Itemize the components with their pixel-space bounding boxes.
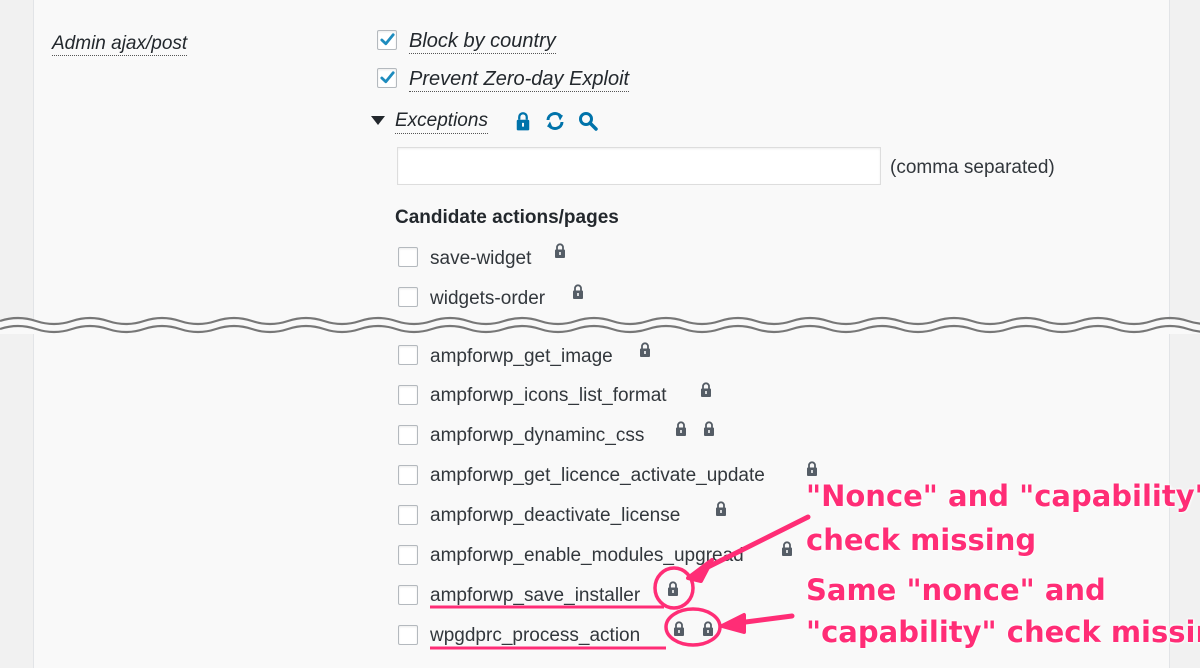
annotation-text-second-line1: Same "nonce" and xyxy=(806,573,1106,607)
annotation-text-second-line2: "capability" check missing xyxy=(806,615,1200,649)
circle-annotation xyxy=(653,566,695,610)
annotation-text-first-line2: check missing xyxy=(806,523,1037,557)
circle-annotation xyxy=(664,607,722,647)
arrowhead xyxy=(686,558,714,583)
arrowhead xyxy=(720,613,746,634)
annotation-text-first-line1: "Nonce" and "capability" xyxy=(806,479,1200,513)
arrow-annotation xyxy=(699,514,811,573)
arrow-annotation xyxy=(735,613,795,626)
